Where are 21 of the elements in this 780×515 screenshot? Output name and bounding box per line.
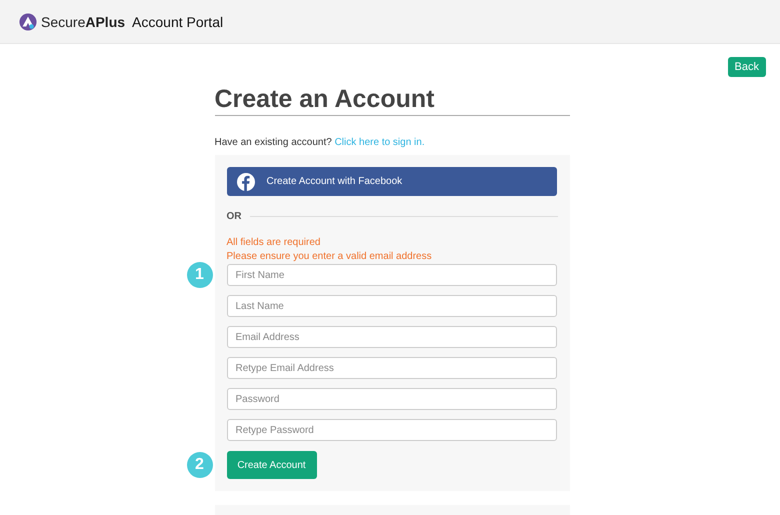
back-button[interactable]: Back — [728, 57, 766, 77]
or-label: OR — [226, 211, 242, 222]
brand-name: SecureAPlus — [41, 14, 126, 30]
logo-icon — [19, 12, 37, 30]
error-message: Please ensure you enter a valid email address — [226, 250, 433, 264]
error-message: All fields are required — [226, 236, 322, 250]
facebook-icon — [236, 172, 254, 190]
portal-title: Account Portal — [132, 14, 224, 30]
step-badge: 1 — [186, 262, 212, 288]
input-field[interactable]: Email Address — [226, 326, 556, 348]
input-field[interactable]: Last Name — [226, 295, 556, 317]
signin-prompt: Have an existing account? Click here to sign in. — [214, 137, 426, 148]
facebook-button[interactable]: Create Account with Facebook — [226, 167, 556, 196]
page-title: Create an Account — [214, 85, 570, 116]
signin-link[interactable]: Click here to sign in. — [334, 137, 425, 148]
input-field[interactable]: First Name — [226, 264, 556, 286]
input-field[interactable]: Retype Email Address — [226, 357, 556, 379]
create-account-button[interactable]: Create Account — [226, 451, 316, 479]
step-badge: 2 — [186, 452, 212, 478]
input-field[interactable]: Password — [226, 388, 556, 410]
input-field[interactable]: Retype Password — [226, 419, 556, 441]
